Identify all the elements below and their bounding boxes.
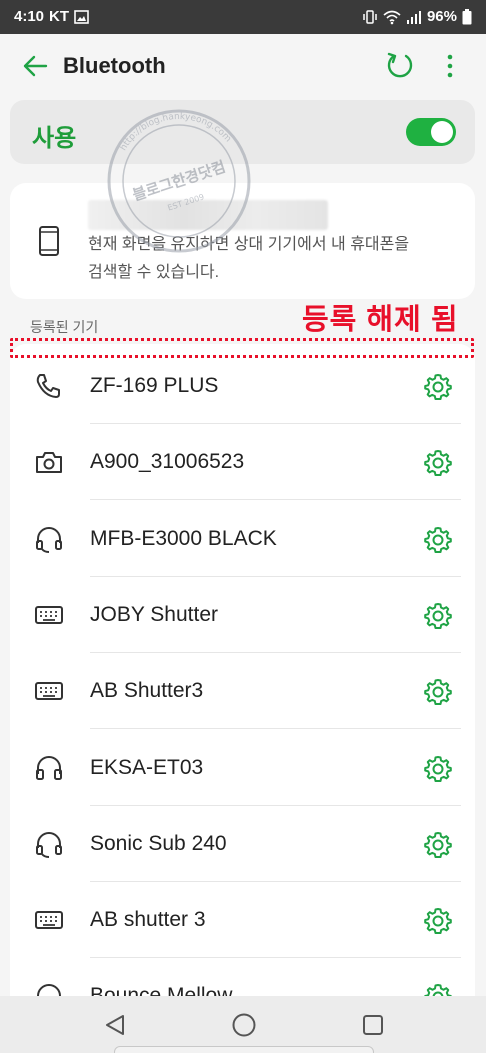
nav-back-icon[interactable] — [103, 1013, 127, 1037]
device-row[interactable]: JOBY Shutter — [10, 577, 475, 653]
settings-gear-icon[interactable] — [424, 526, 452, 554]
refresh-icon[interactable] — [386, 51, 414, 79]
visibility-description: 현재 화면을 유지하면 상대 기기에서 내 휴대폰을 검색할 수 있습니다. — [88, 236, 410, 281]
device-name: EKSA-ET03 — [90, 755, 204, 779]
device-name: AB shutter 3 — [90, 908, 206, 932]
headset-icon — [36, 831, 62, 858]
nav-home-icon[interactable] — [231, 1012, 257, 1038]
registered-devices-header: 등록된 기기 — [30, 319, 99, 335]
settings-gear-icon[interactable] — [424, 602, 452, 630]
headset-icon — [36, 526, 62, 553]
settings-gear-icon[interactable] — [424, 831, 452, 859]
bluetooth-toggle-row[interactable]: 사용 — [10, 100, 475, 164]
battery-percent: 96% — [426, 8, 457, 25]
battery-icon — [462, 8, 472, 24]
keyboard-icon — [35, 682, 63, 701]
status-carrier: KT — [49, 8, 70, 25]
headphones-icon — [36, 755, 62, 780]
bluetooth-switch[interactable] — [406, 118, 456, 146]
device-row[interactable]: ZF-169 PLUS — [10, 348, 475, 424]
device-row[interactable]: Sonic Sub 240 — [10, 806, 475, 882]
device-row[interactable]: EKSA-ET03 — [10, 730, 475, 806]
device-row[interactable]: AB shutter 3 — [10, 882, 475, 959]
toggle-label: 사용 — [32, 125, 77, 152]
image-notification-icon — [74, 9, 89, 24]
back-arrow-icon[interactable] — [22, 54, 48, 78]
app-bar: Bluetooth — [0, 34, 486, 98]
device-row[interactable]: A900_31006523 — [10, 424, 475, 501]
settings-gear-icon[interactable] — [424, 755, 452, 783]
device-name: Sonic Sub 240 — [90, 831, 227, 855]
smartphone-icon — [39, 226, 59, 256]
keyboard-icon — [35, 911, 63, 930]
camera-icon — [36, 452, 62, 474]
gesture-handle[interactable] — [114, 1046, 374, 1053]
device-name: ZF-169 PLUS — [90, 374, 219, 397]
device-name: JOBY Shutter — [90, 602, 219, 626]
settings-gear-icon[interactable] — [424, 373, 452, 401]
phone-handset-icon — [36, 374, 60, 398]
device-row[interactable]: AB Shutter3 — [10, 653, 475, 730]
screen: 4:10 KT 96% Bluetooth 사용 현재 화면을 유지하면 상대 … — [0, 0, 486, 1053]
blurred-device-name — [88, 200, 328, 230]
status-time: 4:10 — [14, 8, 45, 25]
unregistered-annotation: 등록 해제 됨 — [302, 304, 459, 336]
more-options-icon[interactable] — [440, 51, 460, 81]
navigation-bar — [0, 996, 486, 1053]
registered-device-list: ZF-169 PLUS A900_31006523 MFB-E3000 BLACK J… — [10, 344, 475, 1004]
device-name: A900_31006523 — [90, 450, 245, 474]
page-title: Bluetooth — [63, 53, 166, 78]
switch-knob — [431, 121, 453, 143]
settings-gear-icon[interactable] — [424, 678, 452, 706]
settings-gear-icon[interactable] — [424, 907, 452, 935]
unregistered-highlight-box — [10, 338, 474, 358]
settings-gear-icon[interactable] — [424, 449, 452, 477]
status-bar: 4:10 KT 96% — [0, 0, 486, 34]
keyboard-icon — [35, 605, 63, 624]
device-name: MFB-E3000 BLACK — [90, 526, 277, 550]
vibrate-icon — [363, 9, 377, 24]
nav-recent-apps-icon[interactable] — [361, 1013, 385, 1037]
device-name: AB Shutter3 — [90, 679, 204, 703]
signal-icon — [406, 10, 421, 24]
wifi-icon — [383, 10, 401, 24]
device-visibility-card: 현재 화면을 유지하면 상대 기기에서 내 휴대폰을 검색할 수 있습니다. — [10, 183, 475, 299]
device-row[interactable]: MFB-E3000 BLACK — [10, 501, 475, 577]
